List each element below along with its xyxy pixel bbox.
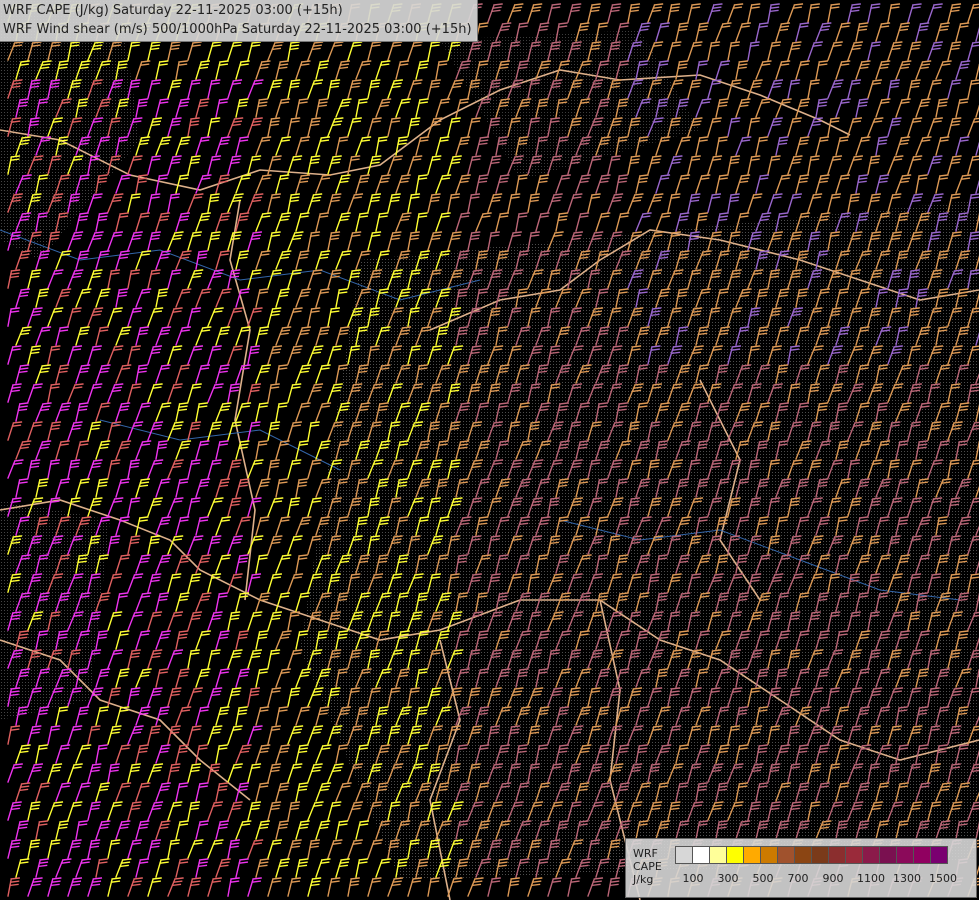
legend-swatch [930,846,948,864]
legend-swatch [794,846,812,864]
legend-ticks: 100 300 500 700 900 1100 1300 1500 [675,872,975,886]
map-title-cape: WRF CAPE (J/kg) Saturday 22-11-2025 03:0… [3,3,343,18]
legend-swatch [692,846,710,864]
legend-swatch [743,846,761,864]
legend-title-model: WRF [633,847,658,860]
legend-tick-label: 900 [822,872,844,885]
legend-swatch [675,846,693,864]
legend-swatch [896,846,914,864]
legend-tick-label: 1300 [893,872,921,885]
legend-swatch [709,846,727,864]
legend-swatch [811,846,829,864]
legend-tick-label: 700 [787,872,809,885]
legend-tick-label: 100 [682,872,704,885]
legend-tick-label: 1100 [857,872,885,885]
legend-title-unit: J/kg [633,873,654,886]
legend-swatch [913,846,931,864]
legend-tick-label: 500 [752,872,774,885]
legend-swatch [828,846,846,864]
map-title-box: WRF CAPE (J/kg) Saturday 22-11-2025 03:0… [0,0,478,42]
wind-shear-map [0,0,979,900]
legend-tick-label: 300 [717,872,739,885]
legend-swatch [777,846,795,864]
legend-title-variable: CAPE [633,860,662,873]
legend-swatch [845,846,863,864]
cape-legend: WRF CAPE J/kg 100 300 500 700 900 1100 1… [625,838,977,898]
legend-swatches [675,846,948,864]
legend-swatch [726,846,744,864]
legend-title: WRF CAPE J/kg [633,847,669,886]
map-title-wind-shear: WRF Wind shear (m/s) 500/1000hPa Saturda… [3,22,472,37]
legend-tick-label: 1500 [929,872,957,885]
legend-swatch [862,846,880,864]
legend-swatch [879,846,897,864]
legend-swatch [760,846,778,864]
